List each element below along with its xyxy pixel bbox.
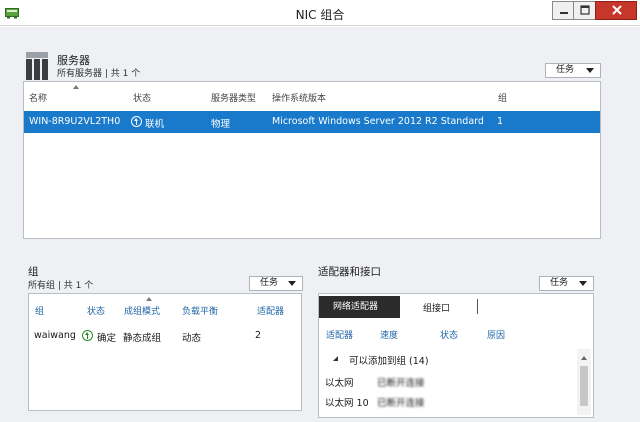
adapter-name: 以太网 <box>325 378 354 389</box>
servers-subtitle: 所有服务器 | 共 1 个 <box>57 69 141 79</box>
server-os: Microsoft Windows Server 2012 R2 Standar… <box>272 116 484 127</box>
close-button[interactable] <box>595 1 637 20</box>
server-type: 物理 <box>211 119 231 130</box>
tab-network-adapters[interactable]: 网络适配器 <box>319 296 400 318</box>
sort-ascending-icon <box>146 297 152 301</box>
team-balance: 动态 <box>182 333 202 344</box>
adapter-status: 已断开连接 <box>377 398 425 409</box>
minimize-button[interactable] <box>552 1 574 20</box>
title-bar: NIC 组合 <box>0 0 640 26</box>
chevron-down-icon <box>579 281 587 286</box>
close-icon <box>612 5 622 15</box>
tab-team-interfaces[interactable]: 组接口 <box>423 301 450 314</box>
group-header-label: 可以添加到组 (14) <box>349 356 429 367</box>
collapse-triangle-icon <box>333 356 338 361</box>
server-group: 1 <box>497 116 504 127</box>
maximize-icon <box>580 5 590 15</box>
servers-col-group[interactable]: 组 <box>498 91 507 104</box>
ok-status-icon <box>82 330 93 341</box>
servers-col-status[interactable]: 状态 <box>133 91 151 104</box>
servers-table <box>23 81 601 239</box>
chevron-down-icon <box>288 281 296 286</box>
table-row[interactable]: WIN-8R9U2VL2TH0 联机 物理 Microsoft Windows … <box>24 111 600 133</box>
adapters-col-speed[interactable]: 速度 <box>380 328 398 341</box>
teams-col-balance[interactable]: 负载平衡 <box>182 304 218 317</box>
maximize-button[interactable] <box>573 1 595 20</box>
team-mode: 静态成组 <box>123 333 162 344</box>
adapters-tasks-button[interactable]: 任务 <box>539 276 594 291</box>
server-name: WIN-8R9U2VL2TH0 <box>29 116 121 127</box>
adapters-title: 适配器和接口 <box>318 266 381 278</box>
servers-tasks-button[interactable]: 任务 <box>545 63 601 78</box>
server-rack-icon <box>26 52 48 80</box>
teams-col-adapters[interactable]: 适配器 <box>257 304 284 317</box>
teams-subtitle: 所有组 | 共 1 个 <box>28 281 94 291</box>
servers-col-os[interactable]: 操作系统版本 <box>272 91 326 104</box>
team-adapters: 2 <box>255 330 262 341</box>
chevron-down-icon <box>586 68 594 73</box>
team-name: waiwang <box>34 330 76 341</box>
scrollbar-thumb[interactable] <box>580 366 588 406</box>
teams-col-status[interactable]: 状态 <box>87 304 105 317</box>
sort-ascending-icon <box>73 85 79 89</box>
adapters-col-reason[interactable]: 原因 <box>487 328 505 341</box>
tasks-label: 任务 <box>260 278 279 288</box>
adapter-status: 已断开连接 <box>377 378 425 389</box>
servers-col-type[interactable]: 服务器类型 <box>211 91 256 104</box>
online-status-icon <box>131 116 142 127</box>
adapter-name: 以太网 10 <box>325 398 369 409</box>
servers-col-name[interactable]: 名称 <box>29 91 47 104</box>
tasks-label: 任务 <box>550 278 569 288</box>
teams-col-mode[interactable]: 成组模式 <box>124 304 160 317</box>
tasks-label: 任务 <box>556 65 575 75</box>
teams-title: 组 <box>28 266 39 278</box>
tab-divider <box>477 299 478 314</box>
team-status: 确定 <box>97 333 117 344</box>
adapters-scrollbar[interactable] <box>577 349 591 415</box>
minimize-icon <box>560 12 568 14</box>
teams-col-team[interactable]: 组 <box>35 304 44 317</box>
teams-tasks-button[interactable]: 任务 <box>249 276 303 291</box>
server-status: 联机 <box>145 119 165 130</box>
scroll-up-icon[interactable] <box>581 356 587 360</box>
window-title: NIC 组合 <box>295 8 345 22</box>
adapters-col-status[interactable]: 状态 <box>440 328 458 341</box>
adapters-col-adapter[interactable]: 适配器 <box>326 328 353 341</box>
